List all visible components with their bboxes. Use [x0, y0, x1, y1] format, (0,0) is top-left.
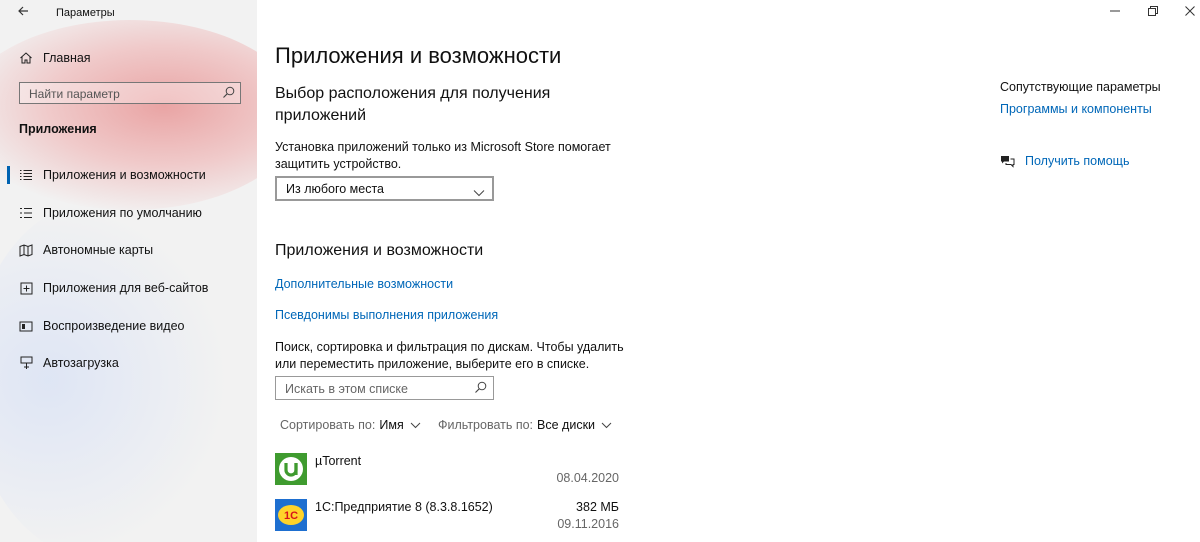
- sidebar-item-label: Воспроизведение видео: [43, 319, 185, 333]
- sort-value: Имя: [379, 418, 404, 432]
- install-source-value: Из любого места: [286, 182, 385, 196]
- sidebar-item-video-playback[interactable]: Воспроизведение видео: [0, 315, 257, 337]
- settings-search-placeholder: Найти параметр: [29, 87, 120, 101]
- maximize-icon[interactable]: [1148, 5, 1158, 19]
- app-execution-aliases-link[interactable]: Псевдонимы выполнения приложения: [275, 308, 498, 322]
- install-section-description: Установка приложений только из Microsoft…: [275, 140, 611, 171]
- sidebar-section-title: Приложения: [19, 122, 97, 136]
- install-section-heading: Выбор расположения для получения приложе…: [275, 85, 551, 124]
- home-nav-item[interactable]: Главная: [19, 48, 91, 68]
- app-install-date: 08.04.2020: [556, 471, 619, 485]
- chevron-down-icon: [601, 422, 612, 428]
- get-help-link[interactable]: Получить помощь: [1025, 154, 1129, 168]
- app-name: 1С:Предприятие 8 (8.3.8.1652): [315, 500, 493, 514]
- utorrent-icon: [275, 453, 307, 485]
- apps-section-description: Поиск, сортировка и фильтрация по дискам…: [275, 340, 624, 371]
- apps-features-icon: [19, 168, 33, 182]
- home-label: Главная: [43, 51, 91, 65]
- back-arrow-icon[interactable]: [17, 4, 29, 20]
- apps-for-websites-icon: [19, 281, 33, 295]
- app-list-item[interactable]: µTorrent 08.04.2020: [275, 453, 620, 493]
- settings-search-input[interactable]: Найти параметр: [19, 82, 241, 104]
- sidebar-item-label: Приложения по умолчанию: [43, 206, 202, 220]
- sidebar-item-label: Автозагрузка: [43, 356, 119, 370]
- sidebar-item-default-apps[interactable]: Приложения по умолчанию: [0, 202, 257, 224]
- search-icon[interactable]: [474, 381, 487, 399]
- video-playback-icon: [19, 319, 33, 333]
- active-indicator: [7, 166, 10, 184]
- chevron-down-icon: [473, 184, 485, 202]
- sidebar-item-label: Автономные карты: [43, 243, 154, 257]
- sidebar-item-apps-features[interactable]: Приложения и возможности: [0, 164, 257, 186]
- app-install-date: 09.11.2016: [557, 517, 619, 531]
- sidebar-item-startup[interactable]: Автозагрузка: [0, 352, 257, 374]
- app-size: 382 МБ: [576, 500, 619, 514]
- app-list-item[interactable]: 1C 1С:Предприятие 8 (8.3.8.1652) 382 МБ …: [275, 499, 620, 539]
- optional-features-link[interactable]: Дополнительные возможности: [275, 277, 453, 291]
- filter-dropdown[interactable]: Фильтровать по: Все диски: [438, 418, 612, 432]
- sidebar-item-offline-maps[interactable]: Автономные карты: [0, 239, 257, 261]
- sidebar-item-label: Приложения для веб-сайтов: [43, 281, 209, 295]
- help-chat-icon: [1000, 155, 1015, 168]
- filter-value: Все диски: [537, 418, 596, 432]
- get-help-item[interactable]: Получить помощь: [1000, 154, 1129, 168]
- home-icon: [19, 51, 33, 65]
- related-settings-heading: Сопутствующие параметры: [1000, 80, 1161, 94]
- search-icon[interactable]: [222, 86, 235, 104]
- sort-dropdown[interactable]: Сортировать по: Имя: [280, 418, 421, 432]
- sort-label: Сортировать по:: [280, 418, 376, 432]
- app-title: Параметры: [56, 7, 115, 19]
- sidebar: Параметры Главная Найти параметр Приложе…: [0, 0, 257, 542]
- sidebar-item-label: Приложения и возможности: [43, 168, 206, 182]
- programs-and-features-link[interactable]: Программы и компоненты: [1000, 102, 1152, 116]
- chevron-down-icon: [410, 422, 421, 428]
- apps-section-heading: Приложения и возможности: [275, 242, 484, 259]
- filter-label: Фильтровать по:: [438, 418, 534, 432]
- default-apps-icon: [19, 206, 33, 220]
- app-list-search-placeholder: Искать в этом списке: [285, 382, 408, 396]
- page-title: Приложения и возможности: [275, 43, 562, 68]
- title-bar: Параметры: [0, 0, 257, 28]
- startup-icon: [19, 356, 33, 370]
- minimize-icon[interactable]: [1110, 5, 1120, 19]
- app-name: µTorrent: [315, 454, 362, 468]
- 1c-icon: 1C: [275, 499, 307, 531]
- svg-text:1C: 1C: [284, 510, 298, 522]
- close-icon[interactable]: [1185, 5, 1195, 19]
- sidebar-item-apps-for-websites[interactable]: Приложения для веб-сайтов: [0, 277, 257, 299]
- app-list-search-input[interactable]: Искать в этом списке: [275, 376, 494, 400]
- offline-maps-icon: [19, 243, 33, 257]
- install-source-select[interactable]: Из любого места: [275, 176, 494, 201]
